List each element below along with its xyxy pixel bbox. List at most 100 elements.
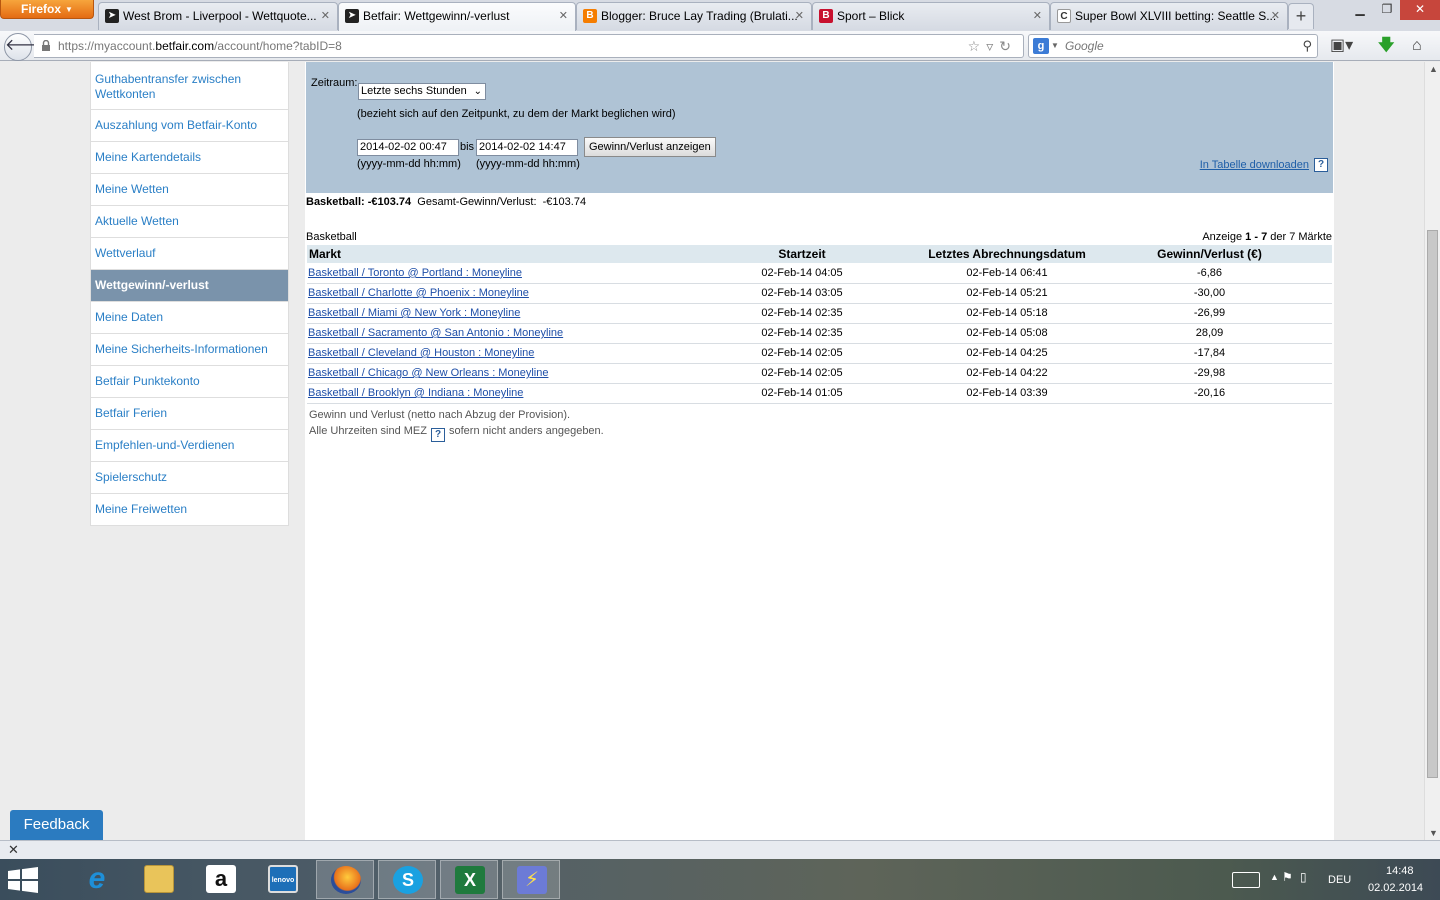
sidebar-item-auszahlung[interactable]: Auszahlung vom Betfair-Konto — [91, 110, 288, 142]
market-cell: Basketball / Chicago @ New Orleans : Mon… — [307, 363, 677, 384]
overall-label: Gesamt-Gewinn/Verlust: — [417, 196, 537, 208]
close-tab-icon[interactable]: ✕ — [559, 3, 568, 29]
sidebar-item-meine-daten[interactable]: Meine Daten — [91, 302, 288, 334]
sidebar-item-guthabentransfer[interactable]: Guthabentransfer zwischen Wettkonten — [91, 62, 288, 110]
taskbar-excel[interactable]: X — [440, 860, 498, 899]
browser-tab[interactable]: C Super Bowl XLVIII betting: Seattle S..… — [1050, 2, 1288, 30]
taskbar-internet-explorer[interactable]: e — [68, 860, 126, 899]
clock-time[interactable]: 14:48 — [1386, 865, 1414, 877]
sidebar-item-kartendetails[interactable]: Meine Kartendetails — [91, 142, 288, 174]
market-cell: Basketball / Charlotte @ Phoenix : Money… — [307, 283, 677, 304]
windows-start-icon[interactable] — [8, 867, 38, 893]
back-button[interactable]: 🡐 — [4, 33, 48, 61]
help-icon[interactable]: ? — [431, 428, 445, 442]
language-indicator[interactable]: DEU — [1328, 874, 1351, 886]
close-tab-icon[interactable]: ✕ — [1033, 3, 1042, 29]
close-icon[interactable]: ✕ — [8, 842, 19, 858]
url-path: /account/home?tabID=8 — [214, 39, 342, 53]
search-icon[interactable]: ⚲ — [1302, 35, 1312, 57]
market-link[interactable]: Basketball / Brooklyn @ Indiana : Moneyl… — [308, 387, 523, 399]
sidebar-item-meine-wetten[interactable]: Meine Wetten — [91, 174, 288, 206]
scrollbar-thumb[interactable] — [1427, 230, 1438, 778]
battery-icon[interactable]: ▯ — [1300, 870, 1307, 884]
sidebar-item-spielerschutz[interactable]: Spielerschutz — [91, 462, 288, 494]
show-profit-loss-button[interactable]: Gewinn/Verlust anzeigen — [584, 137, 716, 157]
windows-taskbar: e a lenovo S X ⚡ ▲ ⚑ ▯ DEU 14:48 02.02.2… — [0, 859, 1440, 900]
sidebar-item-empfehlen[interactable]: Empfehlen-und-Verdienen — [91, 430, 288, 462]
table-row: Basketball / Charlotte @ Phoenix : Money… — [307, 283, 1332, 304]
sidebar-item-aktuelle-wetten[interactable]: Aktuelle Wetten — [91, 206, 288, 238]
from-date-input[interactable]: 2014-02-02 00:47 — [357, 139, 459, 156]
bookmarks-menu-icon[interactable]: ▣▾ — [1330, 37, 1353, 55]
show-hidden-icons-icon[interactable]: ▲ — [1270, 872, 1279, 882]
browser-tab[interactable]: ➤ West Brom - Liverpool - Wettquote... ✕ — [98, 2, 338, 30]
sidebar-item-sicherheits-informationen[interactable]: Meine Sicherheits-Informationen — [91, 334, 288, 366]
address-bar[interactable]: https://myaccount.betfair.com/account/ho… — [34, 34, 1024, 58]
tab-title: Sport – Blick — [837, 9, 905, 23]
home-icon[interactable]: ⌂ — [1412, 37, 1422, 55]
chevron-down-icon[interactable]: ▼ — [1051, 35, 1059, 57]
start-time-cell: 02-Feb-14 03:05 — [677, 283, 927, 304]
history-dropdown-icon[interactable]: ▿ — [986, 38, 999, 54]
taskbar-file-explorer[interactable] — [130, 860, 188, 899]
taskbar-lenovo[interactable]: lenovo — [254, 860, 312, 899]
clock-date[interactable]: 02.02.2014 — [1368, 882, 1423, 894]
firefox-menu-button[interactable]: Firefox ▼ — [0, 0, 94, 19]
close-tab-icon[interactable]: ✕ — [795, 3, 804, 29]
search-bar[interactable]: g ▼ Google ⚲ — [1028, 34, 1318, 58]
sidebar-item-wettgewinn-verlust[interactable]: Wettgewinn/-verlust — [91, 270, 288, 302]
start-time-cell: 02-Feb-14 02:35 — [677, 303, 927, 324]
browser-tab-active[interactable]: ➤ Betfair: Wettgewinn/-verlust ✕ — [338, 2, 576, 31]
taskbar-skype[interactable]: S — [378, 860, 436, 899]
market-cell: Basketball / Toronto @ Portland : Moneyl… — [307, 263, 677, 284]
tab-title: Blogger: Bruce Lay Trading (Brulati... — [601, 9, 798, 23]
taskbar-power-tool[interactable]: ⚡ — [502, 860, 560, 899]
taskbar-amazon[interactable]: a — [192, 860, 250, 899]
market-link[interactable]: Basketball / Toronto @ Portland : Moneyl… — [308, 267, 522, 279]
profit-loss-cell: -17,84 — [1087, 343, 1332, 364]
market-link[interactable]: Basketball / Sacramento @ San Antonio : … — [308, 327, 563, 339]
minimize-button[interactable]: ▁ — [1346, 0, 1374, 20]
sidebar-item-freiwetten[interactable]: Meine Freiwetten — [91, 494, 288, 526]
skype-icon: S — [393, 866, 423, 894]
scroll-up-icon[interactable]: ▲ — [1429, 64, 1438, 74]
reload-icon[interactable]: ↻ — [999, 38, 1017, 54]
new-tab-button[interactable]: + — [1288, 3, 1314, 29]
settled-date-cell: 02-Feb-14 04:22 — [927, 363, 1087, 384]
restore-button[interactable]: ❐ — [1374, 0, 1400, 20]
market-link[interactable]: Basketball / Miami @ New York : Moneylin… — [308, 307, 520, 319]
settled-date-cell: 02-Feb-14 03:39 — [927, 383, 1087, 404]
settled-date-cell: 02-Feb-14 06:41 — [927, 263, 1087, 284]
close-window-button[interactable]: ✕ — [1400, 0, 1440, 20]
help-icon[interactable]: ? — [1314, 158, 1328, 172]
market-link[interactable]: Basketball / Chicago @ New Orleans : Mon… — [308, 367, 548, 379]
keyboard-icon[interactable] — [1232, 872, 1260, 888]
browser-tab[interactable]: B Sport – Blick ✕ — [812, 2, 1050, 30]
find-bar: ✕ — [0, 840, 1440, 859]
taskbar-firefox[interactable] — [316, 860, 374, 899]
table-row: Basketball / Miami @ New York : Moneylin… — [307, 303, 1332, 324]
market-link[interactable]: Basketball / Cleveland @ Houston : Money… — [308, 347, 534, 359]
chevron-down-icon: ▼ — [65, 5, 73, 14]
to-date-input[interactable]: 2014-02-02 14:47 — [476, 139, 578, 156]
feedback-button[interactable]: Feedback — [10, 810, 103, 840]
sidebar-item-punktekonto[interactable]: Betfair Punktekonto — [91, 366, 288, 398]
firefox-icon — [331, 866, 361, 894]
bookmark-star-icon[interactable]: ☆ — [968, 38, 987, 54]
sidebar-item-ferien[interactable]: Betfair Ferien — [91, 398, 288, 430]
close-tab-icon[interactable]: ✕ — [1271, 3, 1280, 29]
minimize-icon: ▁ — [1355, 2, 1365, 16]
download-icon[interactable]: 🡇 — [1378, 37, 1394, 55]
download-table-link[interactable]: In Tabelle downloaden — [1200, 159, 1309, 171]
network-icon[interactable]: ⚑ — [1282, 870, 1293, 884]
google-icon[interactable]: g — [1033, 38, 1049, 54]
zeitraum-select[interactable]: Letzte sechs Stunden ⌄ — [358, 83, 486, 100]
market-link[interactable]: Basketball / Charlotte @ Phoenix : Money… — [308, 287, 529, 299]
vertical-scrollbar[interactable]: ▲ ▼ — [1424, 62, 1440, 840]
browser-tab[interactable]: B Blogger: Bruce Lay Trading (Brulati...… — [576, 2, 812, 30]
close-tab-icon[interactable]: ✕ — [321, 3, 330, 29]
sidebar-item-wettverlauf[interactable]: Wettverlauf — [91, 238, 288, 270]
scroll-down-icon[interactable]: ▼ — [1429, 828, 1438, 838]
to-date-format-hint: (yyyy-mm-dd hh:mm) — [476, 158, 580, 170]
market-cell: Basketball / Cleveland @ Houston : Money… — [307, 343, 677, 364]
